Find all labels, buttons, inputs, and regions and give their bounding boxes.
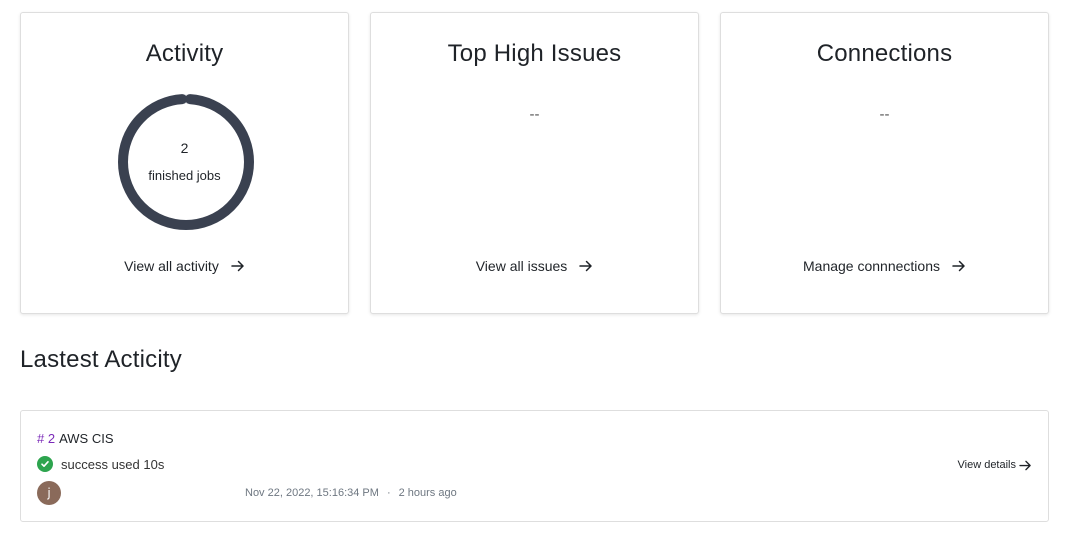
view-all-issues-label: View all issues	[475, 258, 568, 274]
issues-card-title: Top High Issues	[447, 40, 622, 67]
check-circle-icon	[37, 456, 53, 472]
connections-card-title: Connections	[816, 40, 953, 67]
job-relative-time: 2 hours ago	[398, 487, 457, 499]
view-all-activity-label: View all activity	[124, 258, 219, 274]
avatar: j	[37, 481, 61, 505]
view-all-activity-link[interactable]: View all activity	[21, 258, 348, 274]
connections-card: Connections -- Manage connnections	[720, 12, 1049, 314]
latest-activity-title: Lastest Acticity	[20, 346, 182, 373]
arrow-right-icon	[1019, 460, 1032, 471]
top-high-issues-card: Top High Issues -- View all issues	[370, 12, 699, 314]
arrow-right-icon	[952, 260, 966, 272]
job-number-link[interactable]: # 2	[37, 431, 55, 446]
manage-connections-label: Manage connnections	[803, 258, 940, 274]
job-status-text: success used 10s	[61, 456, 165, 472]
activity-count: 2	[180, 140, 189, 156]
manage-connections-link[interactable]: Manage connnections	[721, 258, 1048, 274]
dashboard: Activity 2 finished jobs View all activi…	[0, 0, 1068, 544]
activity-card-title: Activity	[145, 40, 224, 67]
meta-separator: ·	[386, 487, 391, 499]
arrow-right-icon	[579, 260, 593, 272]
activity-count-label: finished jobs	[148, 168, 221, 183]
view-all-issues-link[interactable]: View all issues	[371, 258, 698, 274]
activity-card: Activity 2 finished jobs View all activi…	[20, 12, 349, 314]
activity-list-item: # 2 AWS CIS success used 10s j Nov 22, 2…	[20, 410, 1049, 522]
job-status: success used 10s	[37, 456, 164, 472]
activity-donut-chart	[118, 94, 254, 230]
job-title: # 2 AWS CIS	[37, 431, 114, 446]
job-timestamp: Nov 22, 2022, 15:16:34 PM	[245, 487, 379, 499]
job-name: AWS CIS	[59, 431, 114, 446]
activity-donut-arc	[118, 94, 254, 230]
issues-empty-value: --	[529, 106, 540, 123]
view-details-link[interactable]: View details	[958, 459, 1033, 471]
job-meta: Nov 22, 2022, 15:16:34 PM · 2 hours ago	[245, 487, 457, 499]
connections-empty-value: --	[879, 106, 890, 123]
arrow-right-icon	[231, 260, 245, 272]
view-details-label: View details	[957, 459, 1017, 471]
